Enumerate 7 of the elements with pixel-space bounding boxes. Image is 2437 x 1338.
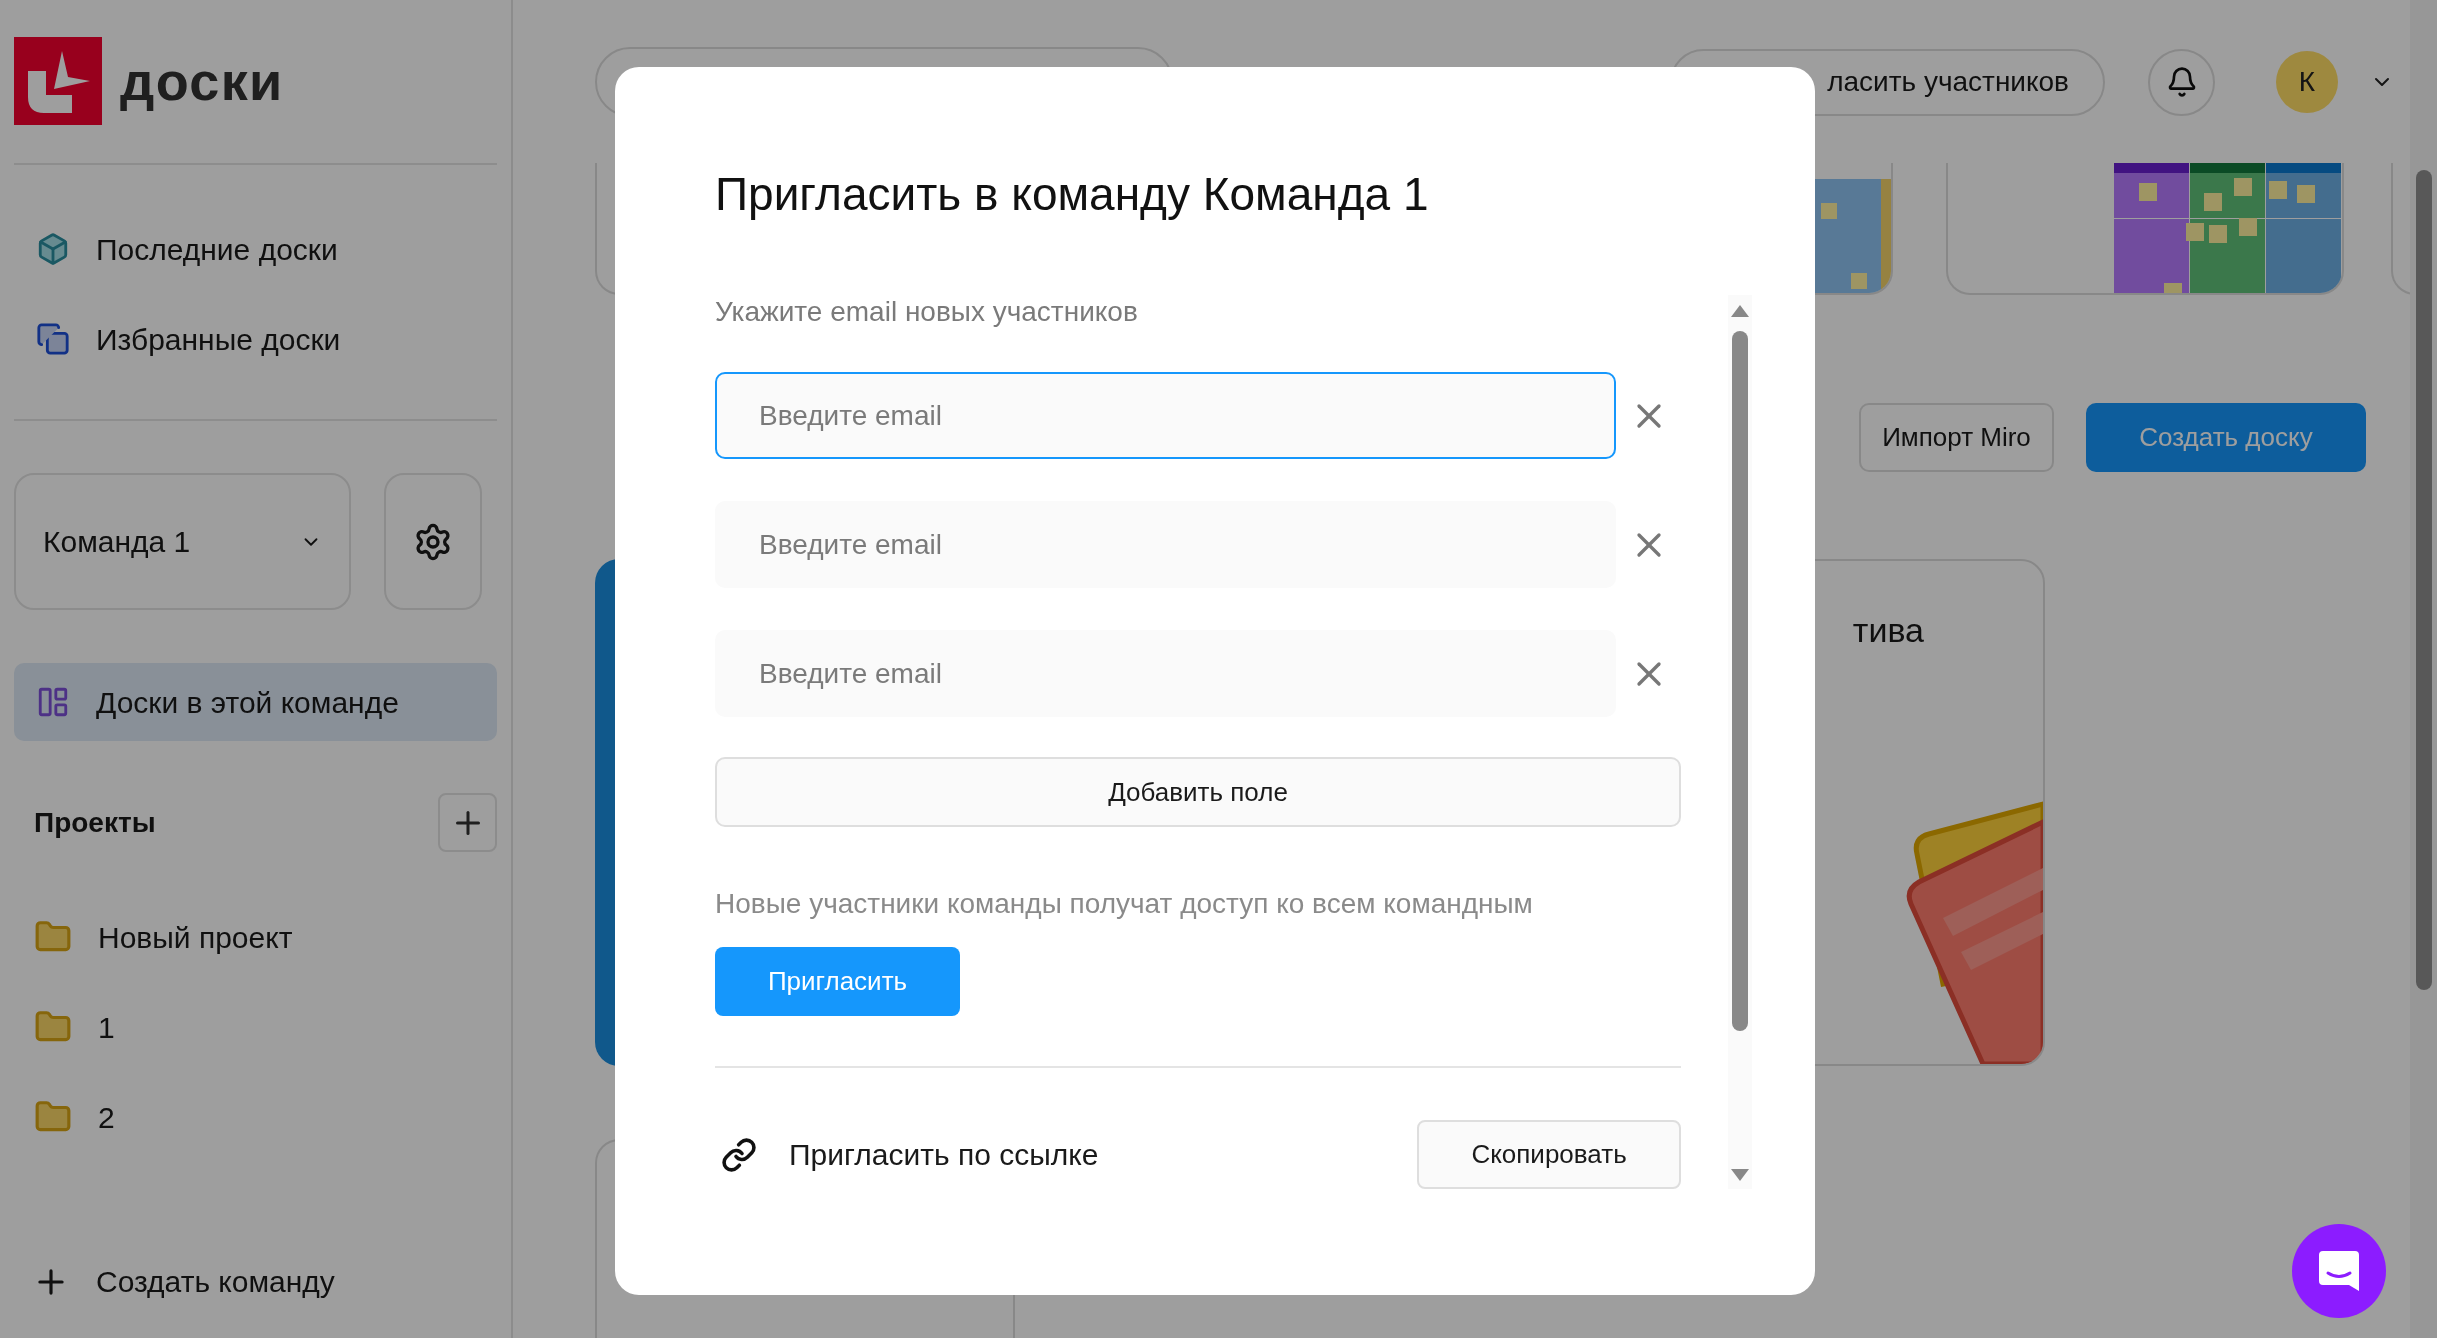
logo-text: доски — [120, 49, 284, 113]
section-title: Проекты — [34, 805, 156, 840]
note-text: Новые участники команды получат доступ ко всем командным — [715, 887, 1534, 921]
card-title: тива — [1852, 610, 1924, 651]
invite-link-label: Пригласить по ссылке — [789, 1137, 1099, 1173]
dialog-title: Пригласить в команду Команда 1 — [715, 167, 1430, 222]
field-label: Укажите email новых участников — [715, 295, 1139, 329]
